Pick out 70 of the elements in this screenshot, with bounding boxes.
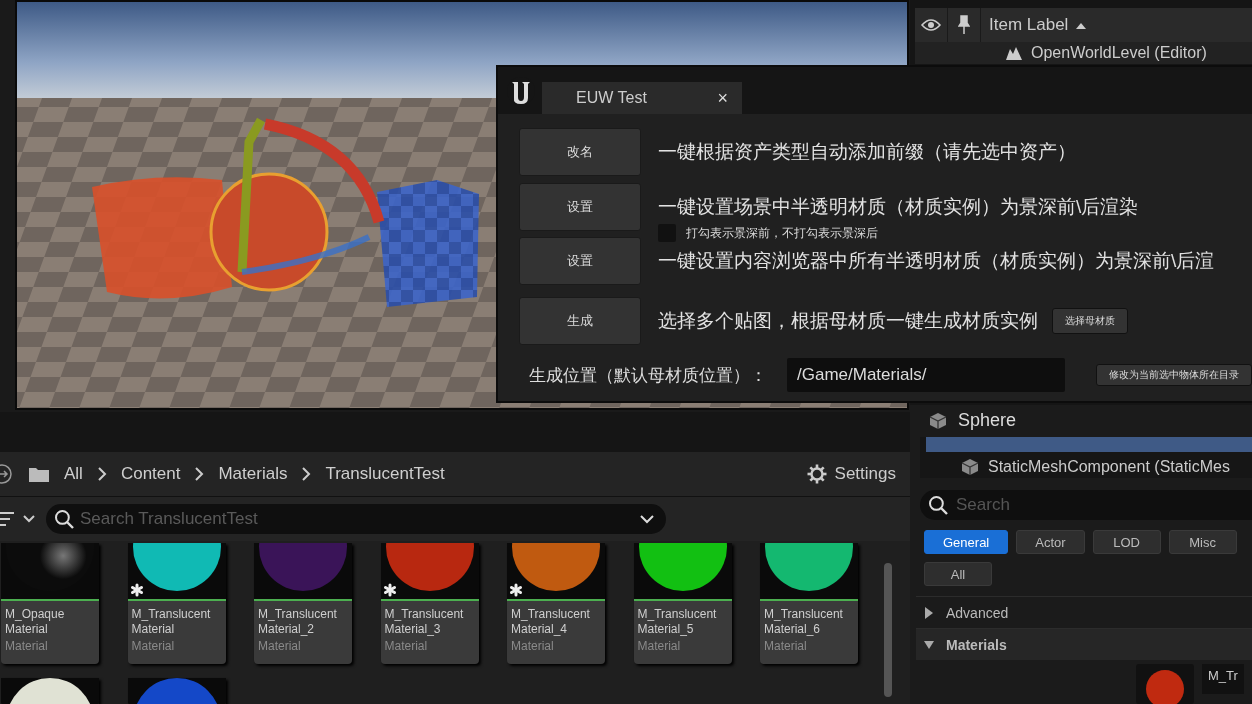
level-icon — [1005, 45, 1023, 61]
asset-tile[interactable]: M_Translucent Material_3 Material — [380, 543, 479, 664]
material-name: M_Tr — [1202, 664, 1244, 694]
search-icon — [928, 495, 948, 515]
breadcrumb-link[interactable]: Content — [120, 464, 181, 484]
field-label: 生成位置（默认母材质位置）： — [528, 364, 768, 387]
asset-name: M_Translucent Material_4 — [510, 606, 591, 637]
action-button[interactable]: 设置 — [519, 237, 641, 285]
asset-type: Material — [510, 638, 555, 655]
details-title: Sphere — [958, 410, 1017, 432]
filter-tab[interactable]: LOD — [1092, 530, 1161, 554]
eye-icon[interactable] — [921, 18, 941, 32]
history-arrow-icon — [0, 463, 14, 485]
chevron-right-icon — [301, 467, 312, 481]
asset-tile[interactable]: M_Opaque Material Material — [1, 543, 99, 664]
action-description: 一键设置场景中半透明材质（材质实例）为景深前\后渲染 — [658, 195, 1139, 219]
sort-up-icon — [1076, 21, 1087, 29]
chevron-right-icon — [96, 467, 107, 481]
asset-type: Material — [763, 638, 808, 655]
action-description: 一键设置内容浏览器中所有半透明材质（材质实例）为景深前\后渲 — [658, 249, 1215, 273]
asset-name: M_Translucent Material_2 — [257, 606, 338, 637]
asset-name: M_Translucent Material_6 — [763, 606, 844, 637]
use-selected-folder-button[interactable]: 修改为当前选中物体所在目录 — [1096, 364, 1252, 386]
filter-tab[interactable]: General — [924, 530, 1009, 554]
pin-icon[interactable] — [958, 15, 970, 35]
filter-tab[interactable]: All — [924, 562, 992, 586]
search-icon — [54, 509, 74, 529]
breadcrumb-link[interactable]: All — [64, 464, 83, 484]
breadcrumb-link[interactable]: TranslucentTest — [325, 464, 445, 484]
search-field[interactable]: Search — [920, 490, 1252, 520]
asset-tile[interactable]: M_Translucent Material_4 Material — [507, 543, 605, 664]
action-description: 一键根据资产类型自动添加前缀（请先选中资产） — [658, 140, 1076, 164]
checkbox-label: 打勾表示景深前，不打勾表示景深后 — [686, 224, 878, 242]
path-field[interactable]: /Game/Materials/ — [787, 358, 1065, 392]
caret-down-icon[interactable] — [640, 514, 654, 524]
action-button[interactable]: 设置 — [519, 183, 641, 231]
select-material-button[interactable]: 选择母材质 — [1052, 308, 1128, 334]
asset-type: Material — [383, 638, 429, 655]
asset-tile[interactable]: M_Translucent Material_5 Material — [633, 543, 732, 664]
filter-tab[interactable]: Actor — [1016, 530, 1085, 554]
asset-name: M_Opaque Material — [4, 606, 66, 637]
action-description: 选择多个贴图，根据母材质一键生成材质实例 — [658, 309, 1038, 333]
breadcrumb-link[interactable]: Materials — [218, 464, 288, 484]
cube-icon — [928, 410, 948, 431]
close-button[interactable]: × — [717, 87, 728, 109]
asset-tile[interactable]: M_Translucent Material_2 Material — [254, 543, 352, 664]
action-button[interactable]: 生成 — [519, 297, 641, 345]
action-button[interactable]: 改名 — [519, 128, 641, 176]
settings-button[interactable]: Settings — [806, 464, 896, 484]
asset-name: M_Translucent Material — [130, 606, 212, 637]
window-title: EUW Test — [576, 89, 647, 107]
chevron-right-icon — [194, 467, 205, 481]
asset-tile[interactable]: M_Translucent Material Material — [127, 543, 226, 664]
scrollbar[interactable] — [884, 563, 892, 697]
section-header[interactable]: Materials — [916, 628, 1252, 660]
asset-tile[interactable]: M_Translucent Material_6 Material — [760, 543, 858, 664]
settings-icon — [806, 464, 827, 484]
window-tab[interactable]: EUW Test × — [542, 82, 742, 114]
cube-icon — [960, 456, 980, 477]
asset-type: Material — [4, 638, 49, 655]
search-field[interactable]: Search TranslucentTest — [46, 504, 666, 534]
folder-icon — [28, 465, 50, 483]
filter-tab[interactable]: Misc — [1168, 530, 1237, 554]
asset-name: M_Translucent Material_5 — [636, 606, 718, 637]
column-header[interactable]: Item Label — [989, 15, 1087, 35]
filter-icon[interactable] — [0, 511, 38, 527]
asset-type: Material — [636, 638, 682, 655]
asset-type: Material — [130, 638, 176, 655]
asset-name: M_Translucent Material_3 — [383, 606, 465, 637]
asset-type: Material — [257, 638, 302, 655]
